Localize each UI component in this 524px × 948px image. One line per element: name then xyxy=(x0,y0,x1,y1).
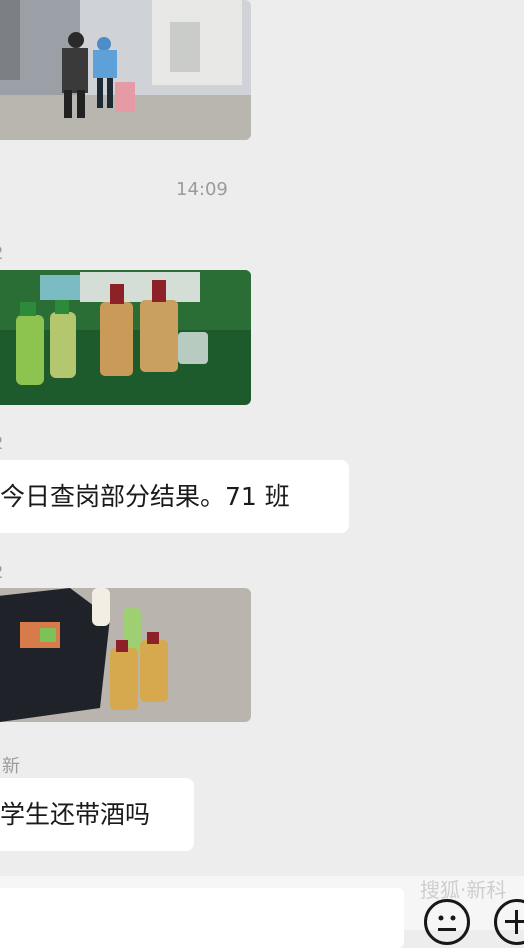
sender-name: 2 xyxy=(0,243,3,264)
sender-name: 2 xyxy=(0,562,3,583)
message-text: 今日查岗部分结果。71 班 xyxy=(0,482,290,511)
text-message-bubble[interactable]: 学生还带酒吗 xyxy=(0,778,194,851)
message-input[interactable] xyxy=(0,888,404,948)
sender-name: 2 xyxy=(0,433,3,454)
photo-icon xyxy=(0,0,251,140)
text-message-bubble[interactable]: 今日查岗部分结果。71 班 xyxy=(0,460,349,533)
message-text: 学生还带酒吗 xyxy=(0,800,151,829)
chat-image-street[interactable] xyxy=(0,0,251,140)
plus-icon xyxy=(505,910,524,934)
watermark-logo: 搜狐·新科 xyxy=(420,878,507,902)
more-button[interactable] xyxy=(494,899,524,945)
message-timestamp: 14:09 xyxy=(176,179,228,200)
photo-icon xyxy=(0,270,251,405)
sender-name: 新 xyxy=(2,756,20,777)
emoji-button[interactable] xyxy=(424,899,470,945)
chat-image-bottles[interactable] xyxy=(0,270,251,405)
smiley-icon xyxy=(438,915,456,931)
photo-icon xyxy=(0,588,251,722)
chat-image-bag-bottles[interactable] xyxy=(0,588,251,722)
